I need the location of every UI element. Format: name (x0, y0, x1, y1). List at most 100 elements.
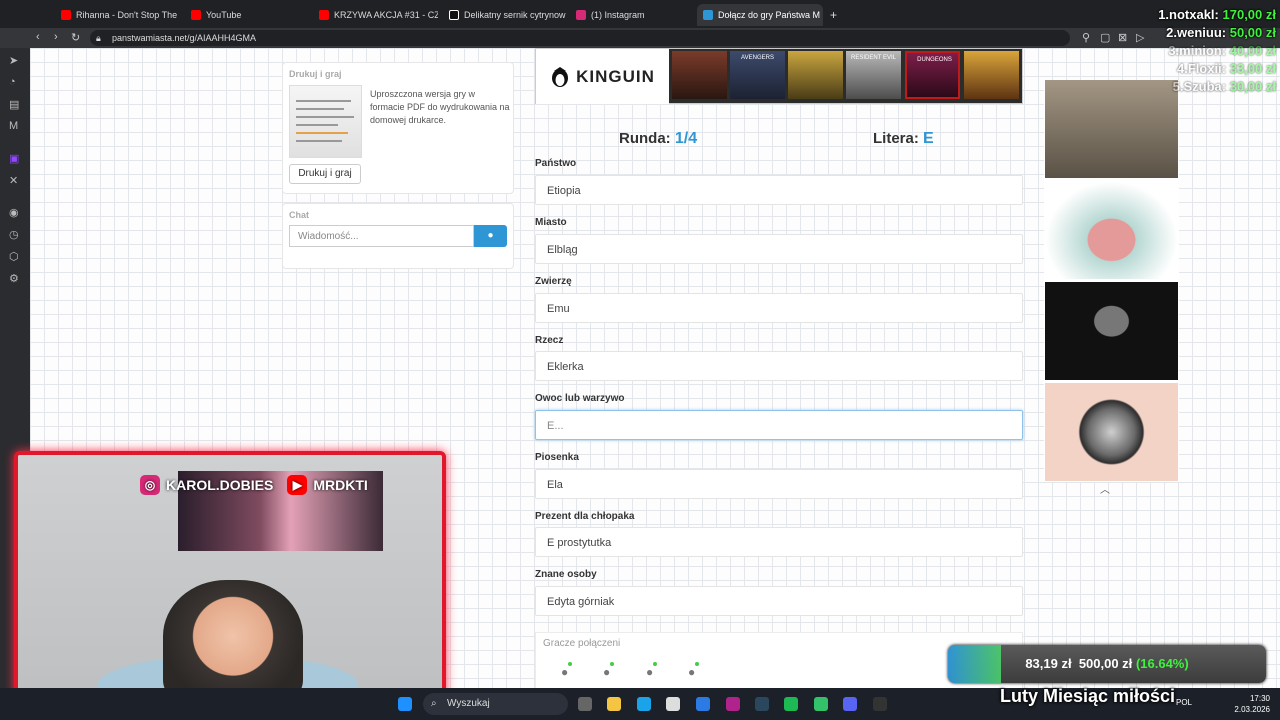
ranking-row: 3.minion: 40,00 zł (1168, 43, 1276, 58)
tab-krzywa-akcja[interactable]: KRZYWA AKCJA #31 - CZ (313, 4, 438, 26)
game-tile[interactable] (672, 51, 727, 99)
kinguin-ad-banner[interactable]: KINGUIN AVENGERS RESIDENT EVIL DUNGEONS (535, 48, 1023, 104)
print-and-play-button[interactable]: Drukuj i graj (289, 164, 361, 184)
youtube-icon (191, 10, 201, 20)
field-input-prezent[interactable]: E prostytutka (535, 527, 1023, 557)
tab-label: Delikatny sernik cytrynow (464, 10, 566, 20)
letter-label-group: Litera: E (873, 130, 934, 148)
taskbar-search[interactable]: ⌕ Wyszukaj (423, 693, 568, 715)
field-input-owoc[interactable]: E... (535, 410, 1023, 440)
donation-goal-bar: 83,19 zł 500,00 zł (16.64%) (948, 645, 1266, 683)
opera-icon[interactable] (726, 697, 740, 711)
speech-bubble-icon: ● (487, 230, 494, 241)
mail-icon[interactable]: M (9, 120, 18, 132)
mail-icon[interactable] (696, 697, 710, 711)
tool-icon[interactable]: ▤ (9, 98, 19, 111)
field-label-miasto: Miasto (535, 217, 567, 228)
youtube-icon (61, 10, 71, 20)
address-bar-row: ‹ › ↻ 🔒︎ panstwamiasta.net/g/AIAAHH4GMA … (0, 28, 1280, 48)
print-description: Uproszczona wersja gry w formacie PDF do… (370, 89, 510, 125)
game-tile[interactable] (964, 51, 1019, 99)
webcam-frame: ◎ KAROL.DOBIES ▶ MRDKTI (14, 451, 446, 699)
pin-icon[interactable]: ⚲ (1082, 31, 1090, 44)
tab-youtube[interactable]: YouTube (185, 4, 305, 26)
field-input-rzecz[interactable]: Eklerka (535, 351, 1023, 381)
streamer-head (163, 580, 303, 695)
field-input-znane-osoby[interactable]: Edyta górniak (535, 586, 1023, 616)
tab-sernik[interactable]: Delikatny sernik cytrynow (443, 4, 568, 26)
ranking-row: 2.weniuu: 50,00 zł (1166, 25, 1276, 40)
ad-image-tshirt[interactable] (1045, 282, 1178, 380)
cube-icon[interactable]: ⬡ (9, 250, 19, 263)
language-indicator[interactable]: POL (1176, 698, 1192, 707)
chat-send-button[interactable]: ● (474, 225, 507, 247)
letter-value: E (923, 130, 934, 147)
print-panel-title: Drukuj i graj (289, 69, 342, 79)
ad-image-poster[interactable] (1045, 383, 1178, 481)
field-label-znane-osoby: Znane osoby (535, 569, 597, 580)
field-label-panstwo: Państwo (535, 158, 577, 169)
game-tile[interactable]: AVENGERS (730, 51, 785, 99)
ranking-row: 4.Floxii: 33,00 zł (1176, 61, 1276, 76)
game-tile[interactable]: RESIDENT EVIL (846, 51, 901, 99)
instagram-icon (576, 10, 586, 20)
player-avatar-icon[interactable]: ● (603, 662, 615, 679)
store-icon[interactable] (666, 697, 680, 711)
field-input-piosenka[interactable]: Ela (535, 469, 1023, 499)
tab-label: KRZYWA AKCJA #31 - CZ (334, 10, 438, 20)
game-tile[interactable]: DUNGEONS (905, 51, 960, 99)
url-field[interactable]: 🔒︎ panstwamiasta.net/g/AIAAHH4GMA (90, 30, 1070, 46)
player-icon[interactable]: ◉ (9, 206, 19, 219)
send-icon[interactable]: ➤ (9, 54, 18, 67)
print-panel: Drukuj i graj Uproszczona wersja gry w f… (282, 62, 514, 194)
chevron-up-icon[interactable]: ︿ (1100, 481, 1110, 496)
plus-icon: + (830, 8, 838, 22)
tab-rihanna[interactable]: Rihanna - Don't Stop The (55, 4, 183, 26)
settings-icon[interactable]: ⚙ (9, 272, 19, 285)
clock-icon[interactable]: ◷ (9, 228, 19, 241)
new-tab-button[interactable]: + (824, 4, 842, 26)
epic-games-icon[interactable] (873, 697, 887, 711)
globe-icon (703, 10, 713, 20)
search-label: Wyszukaj (447, 698, 490, 709)
windows-start-icon[interactable] (398, 697, 412, 711)
history-icon[interactable]: ◔ (9, 76, 16, 88)
spotify-icon[interactable] (784, 697, 798, 711)
x-icon[interactable]: ✕ (9, 174, 18, 187)
app-icon[interactable] (814, 697, 828, 711)
player-avatar-icon[interactable]: ● (646, 662, 658, 679)
field-input-miasto[interactable]: Elbląg (535, 234, 1023, 264)
forward-arrow-icon[interactable]: › (54, 31, 58, 43)
instagram-handle: KAROL.DOBIES (166, 477, 274, 493)
ranking-row: 5.Szuba: 30,00 zł (1172, 79, 1276, 94)
game-tile[interactable] (788, 51, 843, 99)
search-icon: ⌕ (431, 698, 437, 709)
chat-panel: Chat Wiadomość... ● (282, 203, 514, 269)
reload-icon[interactable]: ↻ (71, 31, 80, 44)
chat-message-input[interactable]: Wiadomość... (289, 225, 474, 247)
player-avatar-icon[interactable]: ● (561, 662, 573, 679)
file-explorer-icon[interactable] (607, 697, 621, 711)
tiktok-icon (449, 10, 459, 20)
steam-icon[interactable] (755, 697, 769, 711)
ad-image-apron[interactable] (1045, 181, 1178, 279)
twitch-icon[interactable]: ▣ (9, 152, 19, 165)
tab-label: Dołącz do gry Państwa M (718, 10, 821, 20)
back-arrow-icon[interactable]: ‹ (36, 31, 40, 43)
field-input-zwierze[interactable]: Emu (535, 293, 1023, 323)
chat-title: Chat (289, 210, 309, 220)
task-view-icon[interactable] (578, 697, 592, 711)
tab-panstwa-miasta[interactable]: Dołącz do gry Państwa M (697, 4, 823, 26)
overlay-title: Luty Miesiąc miłości (1000, 686, 1176, 706)
discord-icon[interactable] (843, 697, 857, 711)
tab-instagram[interactable]: (1) Instagram (570, 4, 690, 26)
webcam-socials: ◎ KAROL.DOBIES ▶ MRDKTI (140, 475, 368, 495)
player-avatar-icon[interactable]: ● (688, 662, 700, 679)
edge-icon[interactable] (637, 697, 651, 711)
letter-label: Litera: (873, 130, 919, 147)
field-input-panstwo[interactable]: Etiopia (535, 175, 1023, 205)
taskbar-clock[interactable]: 17:30 2.03.2026 (1234, 693, 1270, 715)
field-label-piosenka: Piosenka (535, 452, 579, 463)
tab-label: YouTube (206, 10, 242, 20)
url-text: panstwamiasta.net/g/AIAAHH4GMA (112, 33, 257, 43)
